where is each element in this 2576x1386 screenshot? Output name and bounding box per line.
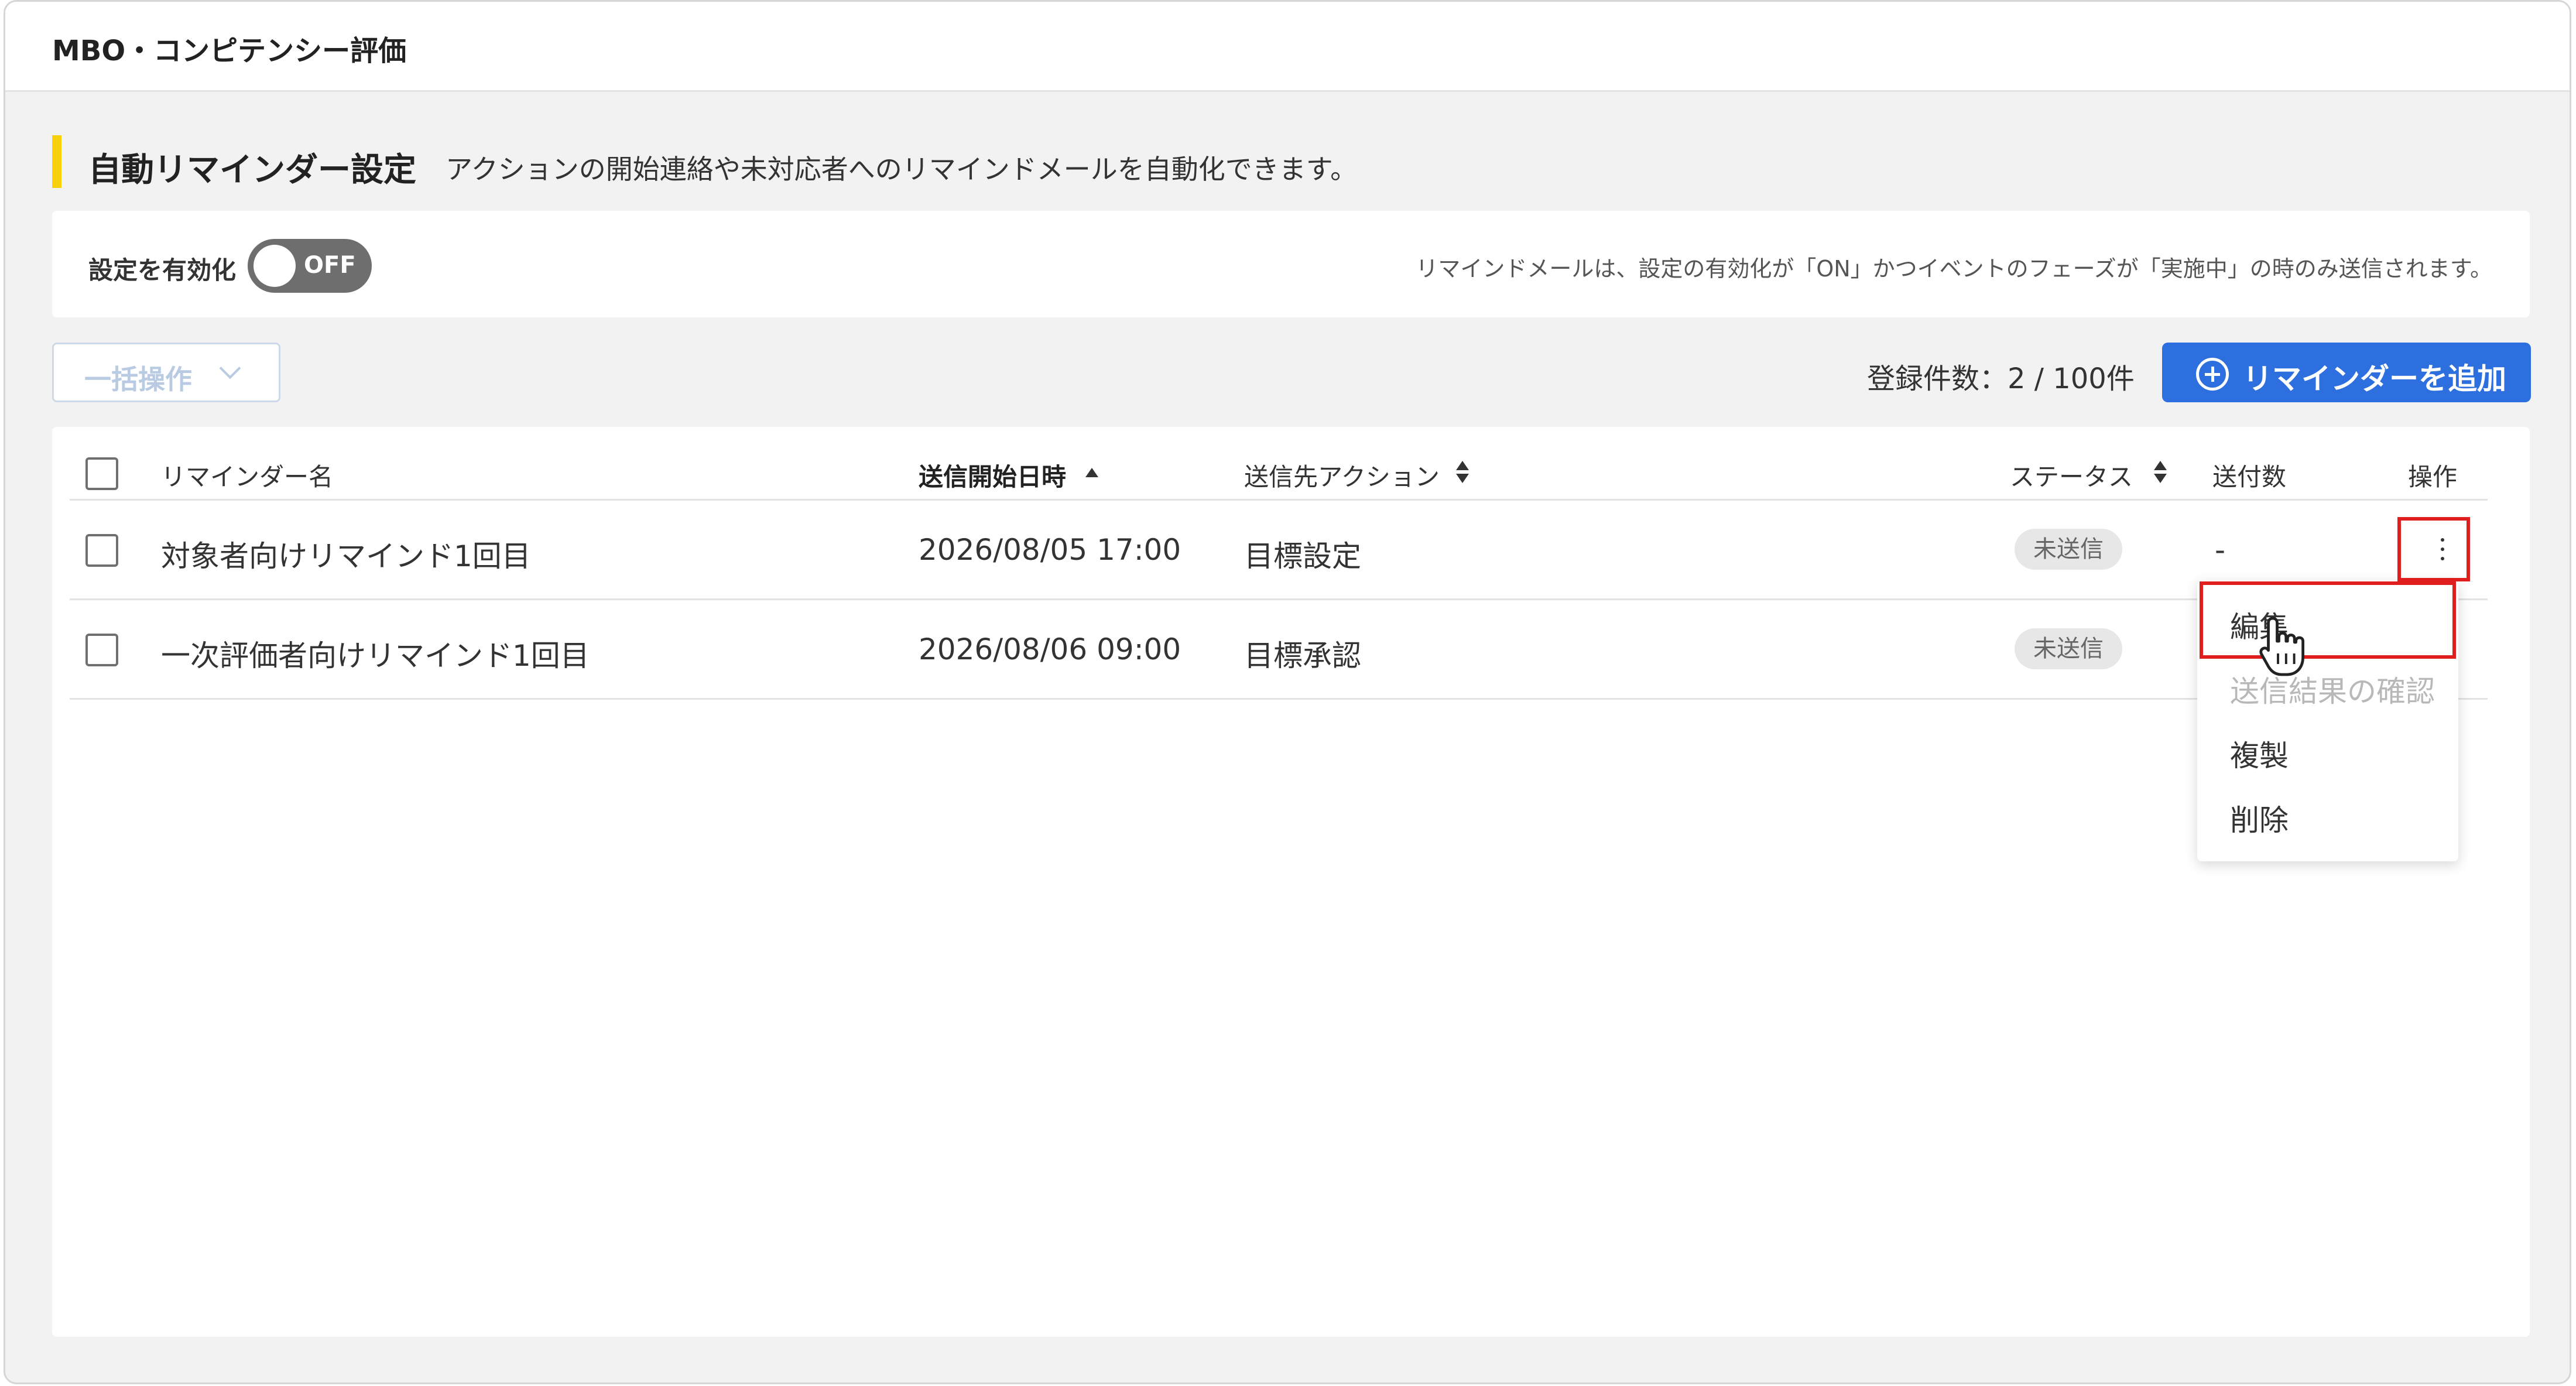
target-action: 目標承認: [1244, 639, 1361, 673]
registered-count: 登録件数：2 / 100件: [1867, 362, 2135, 395]
add-reminder-label: リマインダーを追加: [2243, 362, 2506, 396]
app-window: MBO・コンピテンシー評価 自動リマインダー設定 アクションの開始連絡や未対応者…: [4, 0, 2571, 1384]
table-row[interactable]: 対象者向けリマインド1回目 2026/08/05 17:00 目標設定 未送信 …: [70, 501, 2488, 600]
toggle-knob: [254, 245, 296, 287]
column-header-name: リマインダー名: [161, 463, 334, 491]
section-description: アクションの開始連絡や未対応者へのリマインドメールを自動化できます。: [446, 153, 1358, 185]
start-datetime: 2026/08/05 17:00: [919, 533, 1181, 567]
hand-pointer-icon: [2259, 617, 2304, 676]
section-title: 自動リマインダー設定: [88, 151, 416, 189]
status-badge: 未送信: [2015, 628, 2122, 669]
toggle-state-text: OFF: [304, 252, 356, 279]
bulk-action-button[interactable]: 一括操作: [52, 343, 280, 402]
top-bar: MBO・コンピテンシー評価: [5, 2, 2570, 92]
select-all-checkbox[interactable]: [85, 457, 118, 490]
enable-setting-toggle[interactable]: OFF: [248, 239, 372, 293]
reminder-name: 対象者向けリマインド1回目: [161, 539, 531, 573]
target-action: 目標設定: [1244, 539, 1361, 573]
sort-icon[interactable]: [2154, 460, 2167, 488]
column-header-ops: 操作: [2408, 463, 2458, 491]
app-title: MBO・コンピテンシー評価: [52, 35, 407, 67]
chevron-down-icon: [219, 357, 241, 379]
column-header-action[interactable]: 送信先アクション: [1244, 457, 1440, 493]
start-datetime: 2026/08/06 09:00: [919, 632, 1181, 666]
add-reminder-button[interactable]: リマインダーを追加: [2162, 343, 2531, 402]
sort-ascending-icon[interactable]: [1085, 468, 1098, 477]
settings-card: 設定を有効化 OFF リマインドメールは、設定の有効化が「ON」かつイベントのフ…: [52, 211, 2530, 317]
reminder-name: 一次評価者向けリマインド1回目: [161, 639, 590, 673]
highlight-box: [2200, 581, 2456, 659]
status-badge: 未送信: [2015, 529, 2122, 570]
settings-note: リマインドメールは、設定の有効化が「ON」かつイベントのフェーズが「実施中」の時…: [1416, 256, 2492, 282]
column-header-sent: 送付数: [2212, 463, 2287, 491]
bulk-action-label: 一括操作: [84, 364, 192, 395]
sort-icon[interactable]: [1456, 460, 1469, 488]
row-checkbox[interactable]: [85, 534, 118, 567]
column-header-start[interactable]: 送信開始日時: [919, 457, 1066, 493]
section-accent-bar: [52, 135, 61, 188]
highlight-box: [2397, 517, 2470, 581]
sent-count: -: [2215, 533, 2226, 567]
menu-item-duplicate[interactable]: 複製: [2230, 733, 2289, 775]
menu-item-delete[interactable]: 削除: [2230, 797, 2289, 839]
table-row[interactable]: 一次評価者向けリマインド1回目 2026/08/06 09:00 目標承認 未送…: [70, 600, 2488, 700]
plus-circle-icon: [2196, 358, 2229, 391]
table-header: リマインダー名 送信開始日時 送信先アクション ステータス 送付数 操作: [70, 427, 2488, 501]
column-header-status[interactable]: ステータス: [2010, 457, 2133, 493]
enable-setting-label: 設定を有効化: [88, 256, 237, 285]
reminder-table: リマインダー名 送信開始日時 送信先アクション ステータス 送付数 操作 対象者…: [52, 427, 2530, 1337]
row-checkbox[interactable]: [85, 634, 118, 666]
